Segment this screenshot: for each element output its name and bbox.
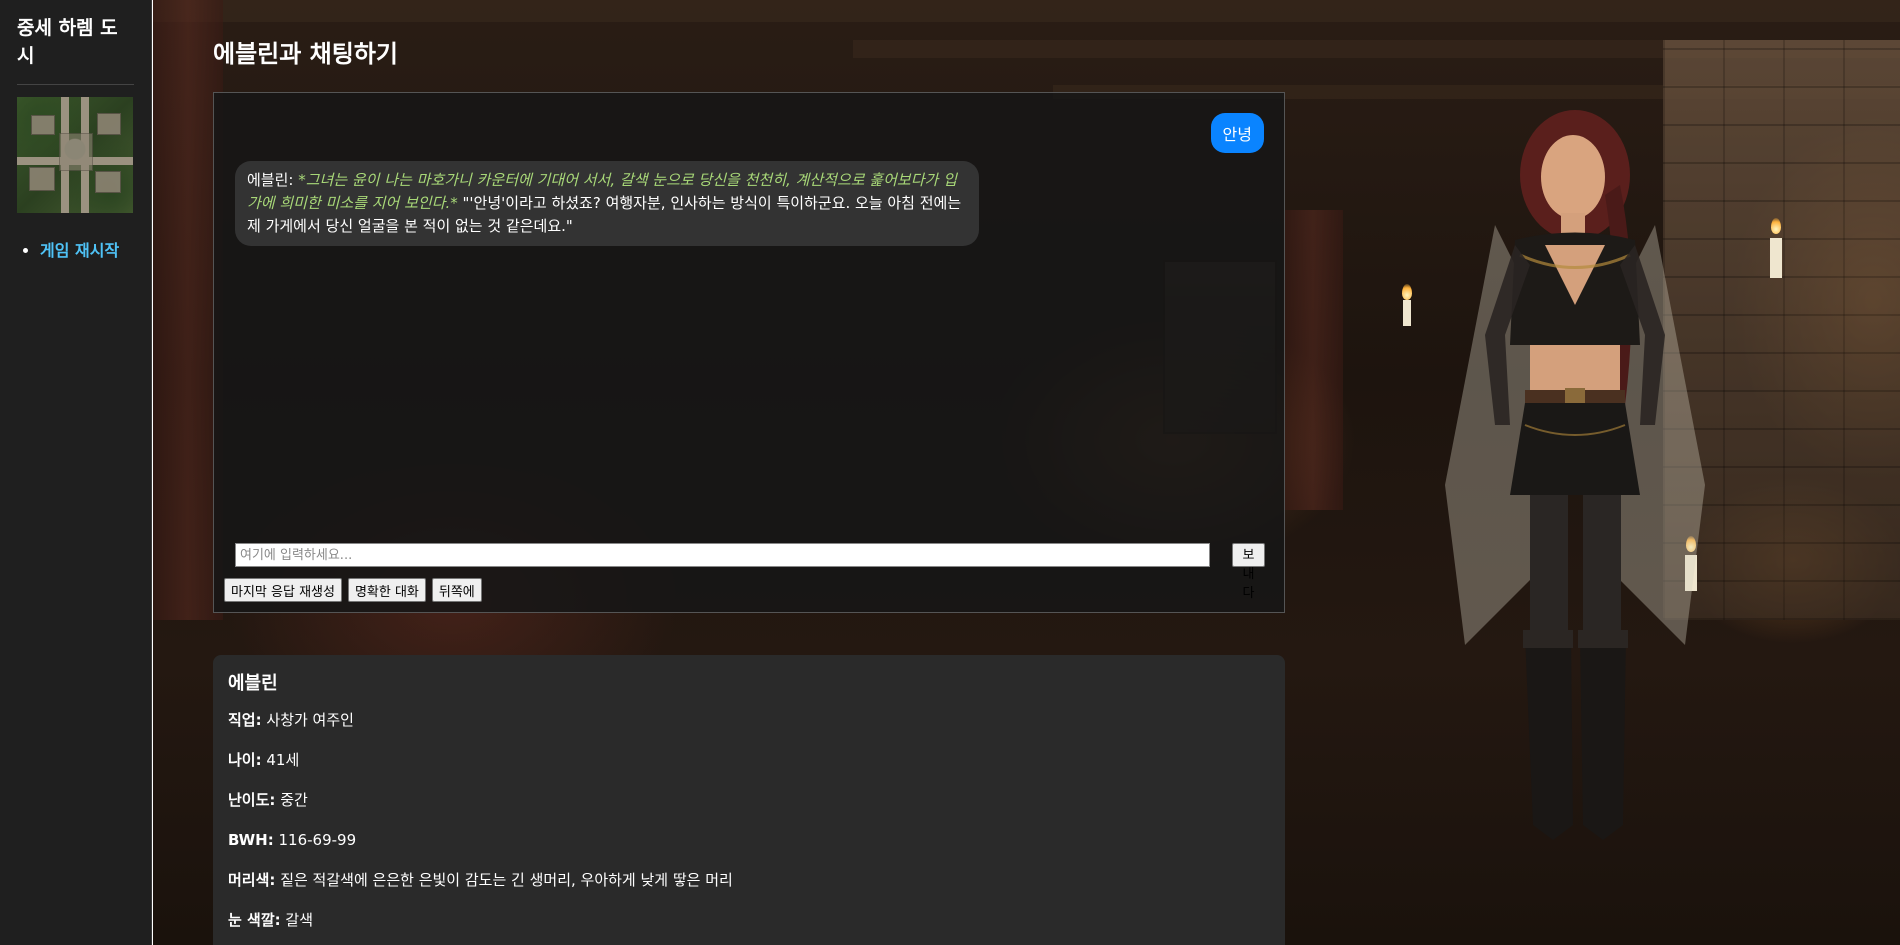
info-value: 짙은 적갈색에 은은한 은빛이 감도는 긴 생머리, 우아하게 낮게 땋은 머리: [280, 871, 733, 889]
candle: [1403, 300, 1411, 326]
candle-flame: [1402, 284, 1412, 300]
curtain: [1283, 210, 1343, 510]
sidebar-divider: [17, 84, 134, 85]
send-button[interactable]: 보내다: [1232, 543, 1265, 601]
info-label: 직업:: [228, 711, 262, 729]
info-value: 갈색: [285, 911, 314, 929]
info-label: 난이도:: [228, 791, 276, 809]
nav-item-restart-game: 게임 재시작: [40, 239, 134, 263]
info-label: BWH:: [228, 831, 274, 849]
info-bwh: BWH: 116-69-99: [228, 829, 1270, 851]
sidebar-nav: 게임 재시작: [17, 239, 134, 263]
info-value: 중간: [280, 791, 308, 809]
ceiling-beam: [153, 0, 1900, 22]
chat-input-row: 보내다: [235, 543, 1265, 601]
character-message: 에블린: *그녀는 윤이 나는 마호가니 카운터에 기대어 서서, 갈색 눈으로…: [235, 161, 979, 246]
info-value: 사창가 여주인: [266, 711, 354, 729]
page-title: 에블린과 채팅하기: [213, 40, 398, 68]
message-speaker: 에블린:: [247, 171, 294, 189]
info-age: 나이: 41세: [228, 749, 1270, 771]
site-title: 중세 하렘 도시: [17, 17, 118, 67]
sidebar: 중세 하렘 도시 게임 재시작: [0, 0, 152, 945]
candle: [1770, 238, 1782, 278]
character-name: 에블린: [228, 673, 278, 694]
back-button[interactable]: 뒤쪽에: [431, 578, 482, 602]
restart-game-link[interactable]: 게임 재시작: [40, 241, 119, 260]
chat-panel: 안녕 에블린: *그녀는 윤이 나는 마호가니 카운터에 기대어 서서, 갈색 …: [213, 92, 1285, 613]
info-label: 머리색:: [228, 871, 276, 889]
info-occupation: 직업: 사창가 여주인: [228, 709, 1270, 731]
chat-input[interactable]: [235, 543, 1210, 567]
info-eye-color: 눈 색깔: 갈색: [228, 909, 1270, 931]
character-portrait: [1445, 110, 1705, 840]
info-label: 눈 색깔:: [228, 911, 281, 929]
info-value: 116-69-99: [278, 831, 357, 849]
city-map-image: [17, 97, 133, 213]
regenerate-last-response-button[interactable]: 마지막 응답 재생성: [224, 578, 342, 602]
info-difficulty: 난이도: 중간: [228, 789, 1270, 811]
candle-flame: [1771, 218, 1781, 234]
character-info-panel: 에블린 직업: 사창가 여주인 나이: 41세 난이도: 중간 BWH: 116…: [213, 655, 1285, 945]
info-hair-color: 머리색: 짙은 적갈색에 은은한 은빛이 감도는 긴 생머리, 우아하게 낮게 …: [228, 869, 1270, 891]
info-label: 나이:: [228, 751, 262, 769]
chat-action-buttons: 마지막 응답 재생성 명확한 대화 뒤쪽에: [224, 578, 482, 602]
info-value: 41세: [266, 751, 300, 769]
user-message: 안녕: [1210, 113, 1264, 153]
clear-conversation-button[interactable]: 명확한 대화: [347, 578, 426, 602]
